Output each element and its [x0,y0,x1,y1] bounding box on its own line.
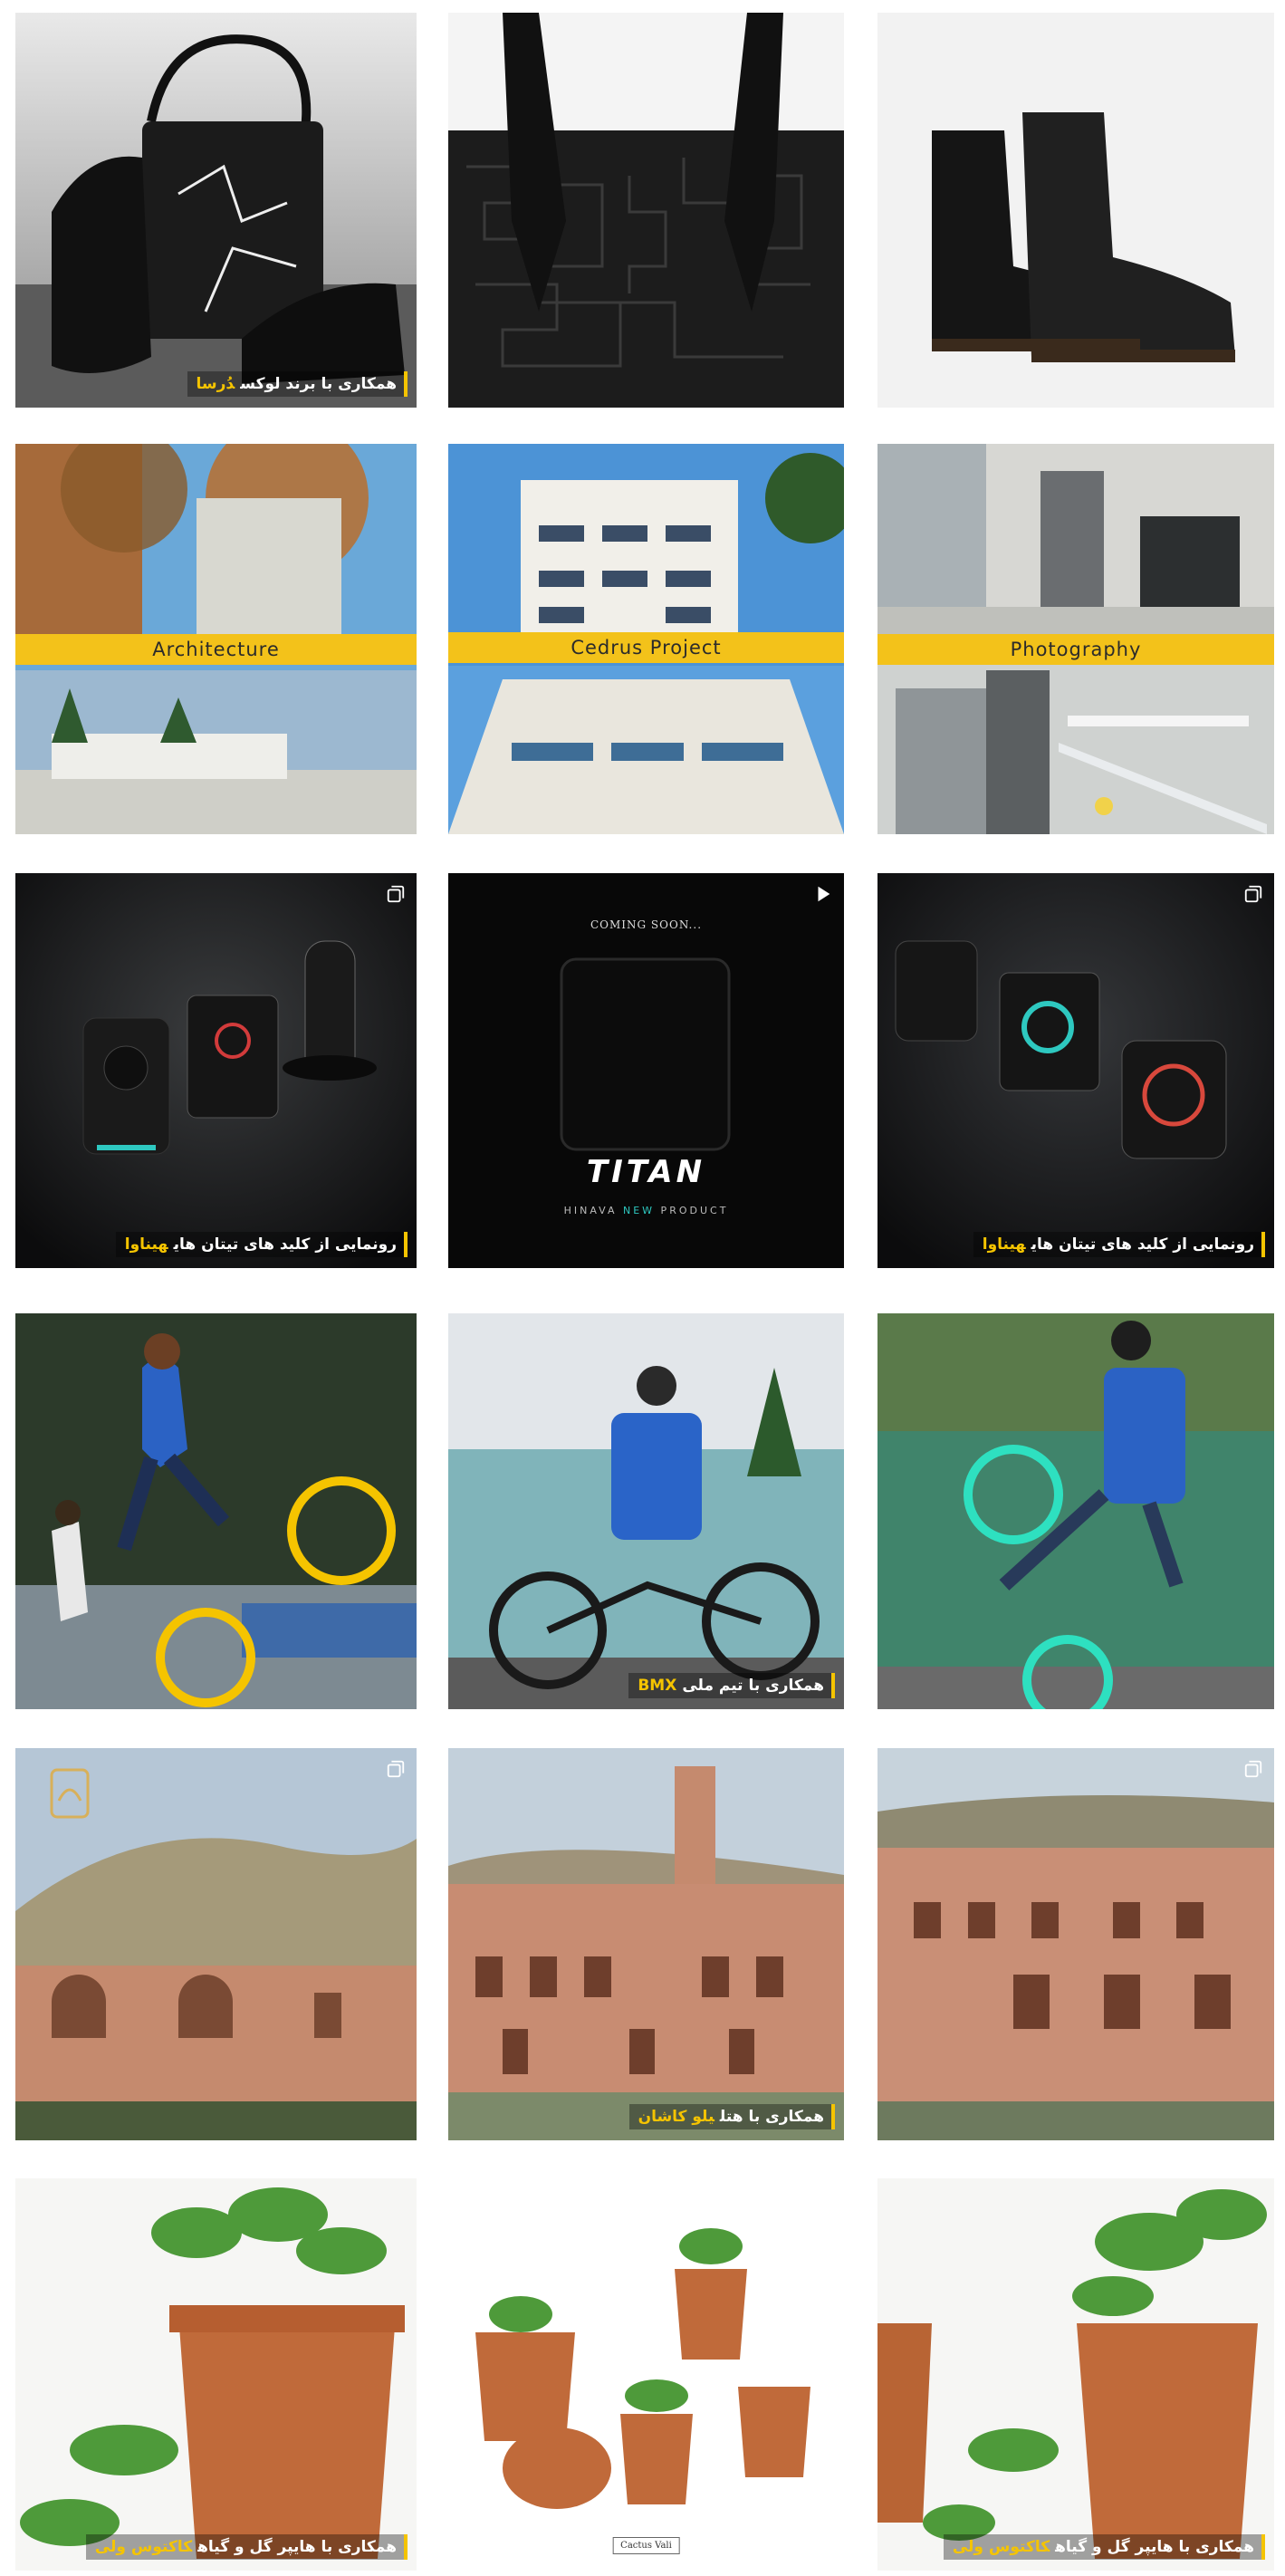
titan-sub-brand: HINAVA [563,1205,623,1216]
caption-highlight: دُرسا [196,375,235,393]
caption-highlight: کاکتوس ولی [94,2538,193,2556]
caption-text: رونمایی از کلید های تیتان های [1031,1235,1254,1254]
caption-highlight: هیناوا [982,1235,1026,1254]
stack-icon [1243,1759,1263,1779]
plant-photo [877,2178,1274,2571]
post-tile-bag[interactable]: همکاری با برند لوکس دُرسا [15,13,417,408]
bmx-photo [877,1313,1274,1709]
post-tile-cedrus[interactable]: Cedrus Project [448,444,844,834]
caption-text: همکاری با هایپر گل و گیاه [1055,2538,1254,2556]
texture-photo [448,13,844,408]
post-tile-titan[interactable]: COMING SOON... TITAN HINAVA NEW PRODUCT [448,873,844,1268]
hotel-logo-icon [46,1764,93,1822]
post-tile-bmx-3[interactable] [877,1313,1274,1709]
post-tile-plant-2[interactable]: Cactus Vali [448,2178,844,2571]
caption-highlight: BMX [638,1677,677,1695]
caption-highlight: کاکتوس ولی [952,2538,1050,2556]
caption-highlight: هیناوا [124,1235,168,1254]
titan-sub-new: NEW [623,1205,656,1216]
play-icon [813,884,833,904]
titan-sub-product: PRODUCT [655,1205,729,1216]
post-tile-hotel-3[interactable] [877,1748,1274,2140]
post-tile-bmx-2[interactable]: همکاری با تیم ملی BMX [448,1313,844,1709]
post-caption: همکاری با برند لوکس دُرسا [187,371,408,397]
caption-text: همکاری با تیم ملی [682,1677,824,1695]
post-caption: همکاری با هتل یلو کاشان [628,2104,835,2129]
post-caption: رونمایی از کلید های تیتان های هیناوا [973,1232,1265,1257]
post-tile-hotel-1[interactable] [15,1748,417,2140]
titan-subtitle: HINAVA NEW PRODUCT [448,1205,844,1216]
caption-text: همکاری با برند لوکس [240,375,397,393]
stack-icon [1243,884,1263,904]
bmx-photo [15,1313,417,1709]
post-tile-bmx-1[interactable] [15,1313,417,1709]
post-tile-plant-1[interactable]: همکاری با هایپر گل و گیاهکاکتوس ولی [15,2178,417,2571]
caption-highlight: یلو کاشان [638,2108,714,2126]
tile-band: Architecture [15,634,417,665]
post-tile-photography[interactable]: Photography [877,444,1274,834]
tile-band: Photography [877,634,1274,665]
caption-text: رونمایی از کلید های تیتان های [173,1235,397,1254]
boots-photo [877,13,1274,408]
switches-photo [15,873,417,1268]
coming-soon-text: COMING SOON... [590,918,703,931]
post-tile-plant-3[interactable]: همکاری با هایپر گل و گیاه کاکتوس ولی [877,2178,1274,2571]
hotel-photo [448,1748,844,2140]
post-tile-hotel-2[interactable]: همکاری با هتل یلو کاشان [448,1748,844,2140]
plant-photo [15,2178,417,2571]
thermostat-photo [877,873,1274,1268]
plant-photo [448,2178,844,2571]
bmx-photo [448,1313,844,1709]
post-caption: همکاری با هایپر گل و گیاهکاکتوس ولی [85,2534,408,2560]
post-tile-thermostat[interactable]: رونمایی از کلید های تیتان های هیناوا [877,873,1274,1268]
caption-text: همکاری با هایپر گل و گیاه [197,2538,397,2556]
tile-band: Cedrus Project [448,632,844,663]
post-tile-boots[interactable] [877,13,1274,408]
hotel-photo [877,1748,1274,2140]
titan-logo: TITAN [586,1154,706,1190]
post-tile-handbag-texture[interactable] [448,13,844,408]
caption-text: همکاری با هتل [719,2108,824,2126]
bag-photo [15,13,417,408]
stack-icon [386,1759,406,1779]
post-caption: همکاری با تیم ملی BMX [628,1673,835,1698]
post-tile-architecture[interactable]: Architecture [15,444,417,834]
post-caption: رونمایی از کلید های تیتان های هیناوا [115,1232,408,1257]
post-caption: همکاری با هایپر گل و گیاه کاکتوس ولی [943,2534,1265,2560]
cactus-logo: Cactus Vali [612,2537,680,2554]
stack-icon [386,884,406,904]
post-tile-switches[interactable]: رونمایی از کلید های تیتان های هیناوا [15,873,417,1268]
